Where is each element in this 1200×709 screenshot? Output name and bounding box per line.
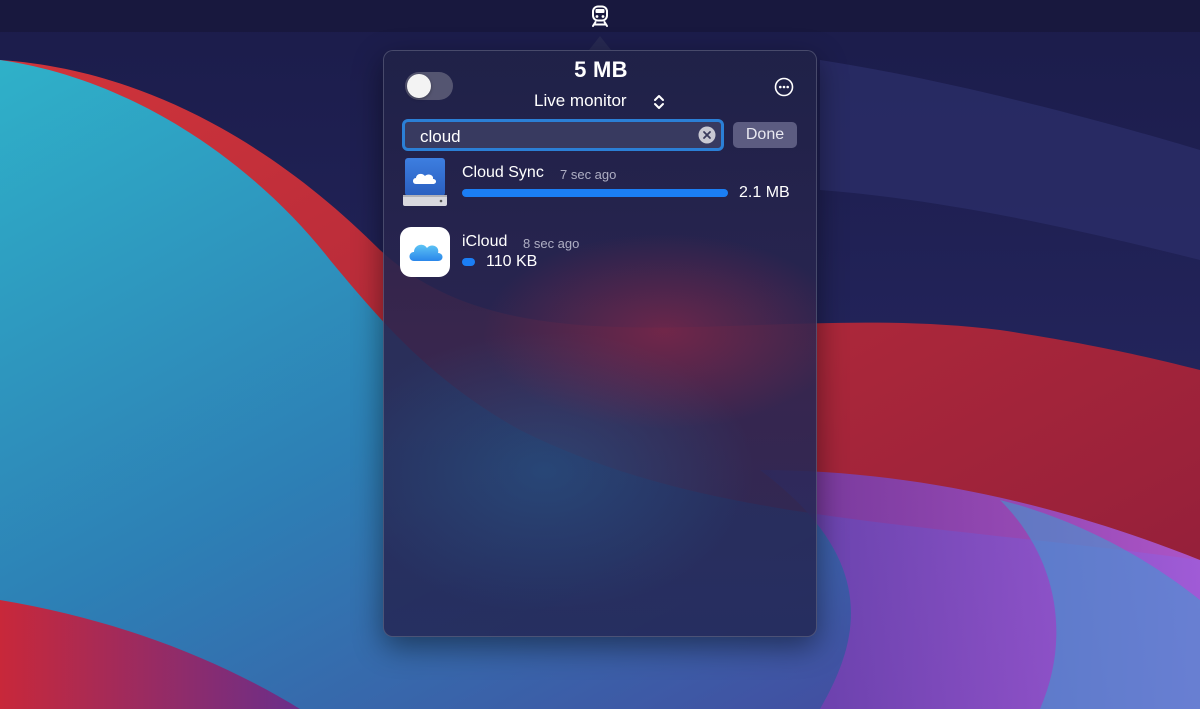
more-options-icon[interactable] [774, 77, 794, 97]
app-row-cloud-sync[interactable]: Cloud Sync 7 sec ago 2.1 MB [384, 155, 816, 215]
popover-arrow [589, 36, 611, 50]
mode-selector[interactable]: Live monitor [532, 90, 672, 114]
mode-label: Live monitor [534, 91, 627, 110]
usage-bar-fill [462, 189, 728, 197]
app-name: iCloud [462, 233, 508, 250]
app-last-seen: 8 sec ago [523, 236, 580, 251]
search-input[interactable]: cloud [420, 127, 461, 147]
app-name: Cloud Sync [462, 164, 544, 181]
app-row-icloud[interactable]: iCloud 8 sec ago 110 KB [384, 225, 816, 281]
icloud-app-icon [400, 227, 450, 277]
usage-bar-fill [462, 258, 476, 266]
total-traffic: 5 MB [574, 57, 628, 82]
usage-bar [462, 189, 728, 197]
cloud-drive-icon [403, 158, 447, 206]
app-data-size: 110 KB [486, 253, 538, 270]
search-field[interactable]: cloud [402, 119, 724, 151]
app-last-seen: 7 sec ago [560, 167, 617, 182]
chevron-up-down-icon [654, 95, 664, 109]
network-monitor-popover: 5 MB Live monitor cloud Done Cloud Sync … [383, 50, 817, 637]
clear-search-icon[interactable] [698, 126, 716, 144]
menu-bar [0, 0, 1200, 32]
train-icon[interactable] [588, 4, 612, 28]
done-button[interactable]: Done [733, 122, 797, 148]
app-data-size: 2.1 MB [739, 184, 790, 201]
